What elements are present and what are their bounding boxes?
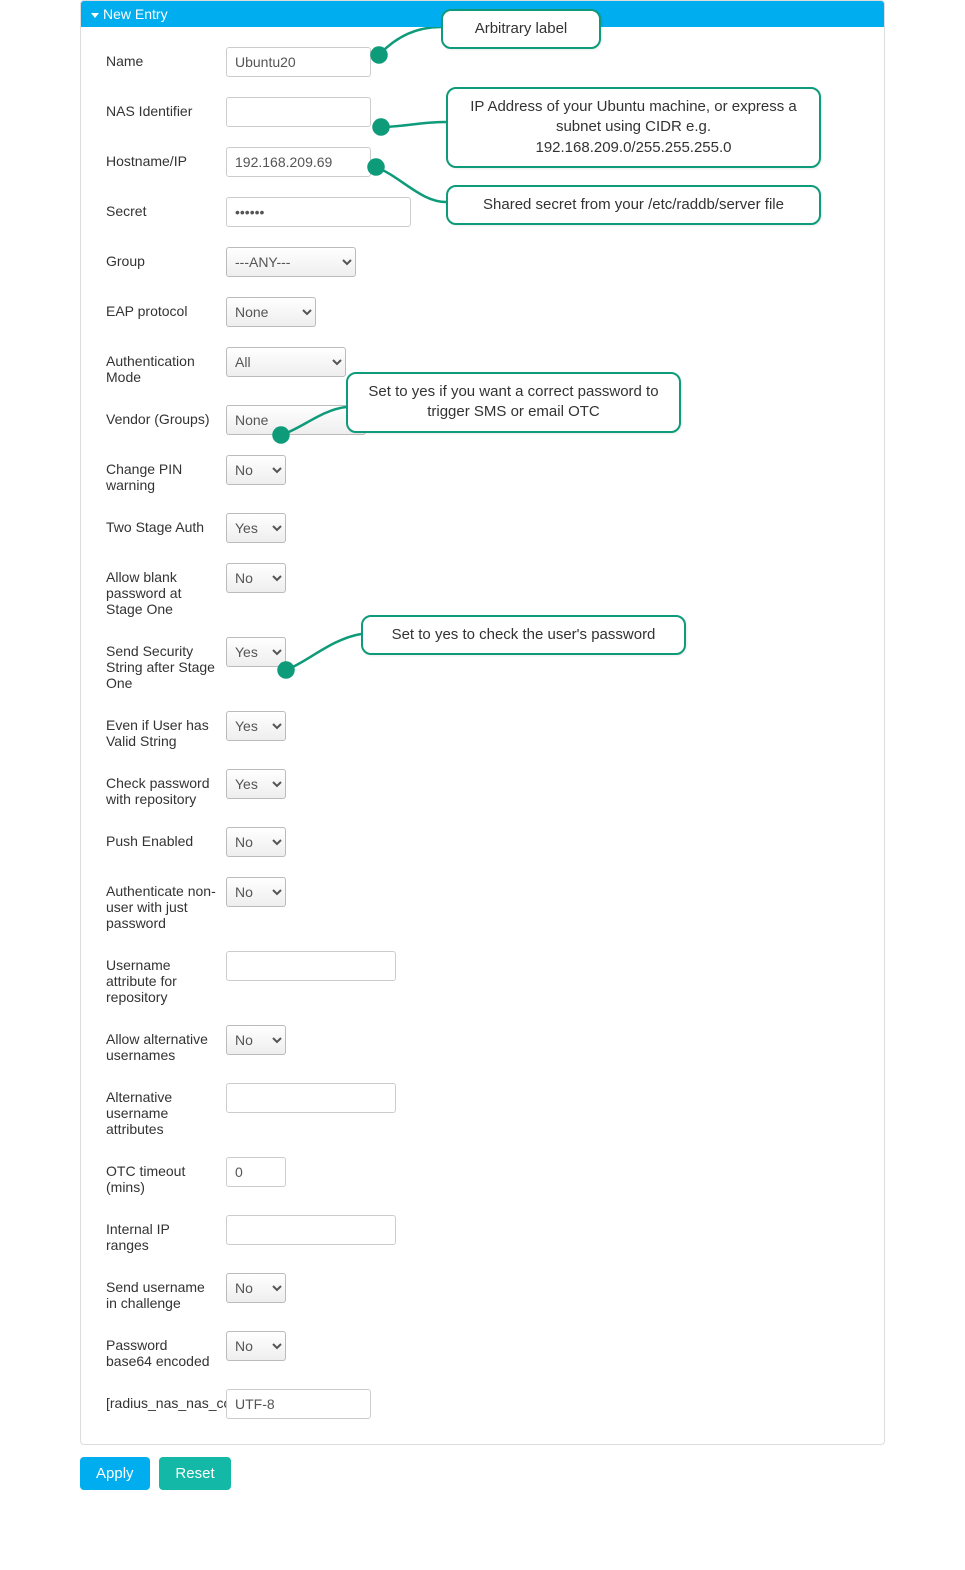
alt-user-attr-input[interactable]	[226, 1083, 396, 1113]
allow-alt-user-select[interactable]: No	[226, 1025, 286, 1055]
label-even-if-valid: Even if User has Valid String	[106, 711, 226, 749]
label-send-sec-string: Send Security String after Stage One	[106, 637, 226, 691]
callout-ip-address: IP Address of your Ubuntu machine, or ex…	[446, 87, 821, 168]
label-allow-blank: Allow blank password at Stage One	[106, 563, 226, 617]
label-auth-mode: Authentication Mode	[106, 347, 226, 385]
panel-title: New Entry	[103, 6, 168, 22]
send-sec-string-select[interactable]: Yes	[226, 637, 286, 667]
label-group: Group	[106, 247, 226, 269]
auth-mode-select[interactable]: All	[226, 347, 346, 377]
label-push-enabled: Push Enabled	[106, 827, 226, 849]
send-user-chal-select[interactable]: No	[226, 1273, 286, 1303]
callout-arbitrary-label: Arbitrary label	[441, 9, 601, 49]
label-check-pwd: Check password with repository	[106, 769, 226, 807]
reset-button[interactable]: Reset	[159, 1457, 230, 1490]
otc-timeout-input[interactable]	[226, 1157, 286, 1187]
label-alt-user-attr: Alternative username attributes	[106, 1083, 226, 1137]
caret-down-icon	[91, 13, 99, 18]
vendor-select[interactable]: None	[226, 405, 366, 435]
label-pwd-b64: Password base64 encoded	[106, 1331, 226, 1369]
callout-secret: Shared secret from your /etc/raddb/serve…	[446, 185, 821, 225]
push-enabled-select[interactable]: No	[226, 827, 286, 857]
label-name: Name	[106, 47, 226, 69]
check-pwd-select[interactable]: Yes	[226, 769, 286, 799]
label-vendor: Vendor (Groups)	[106, 405, 226, 427]
label-internal-ip: Internal IP ranges	[106, 1215, 226, 1253]
label-eap: EAP protocol	[106, 297, 226, 319]
apply-button[interactable]: Apply	[80, 1457, 150, 1490]
nas-identifier-input[interactable]	[226, 97, 371, 127]
label-auth-nonuser: Authenticate non-user with just password	[106, 877, 226, 931]
pwd-b64-select[interactable]: No	[226, 1331, 286, 1361]
callout-check-pwd: Set to yes to check the user's password	[361, 615, 686, 655]
label-two-stage: Two Stage Auth	[106, 513, 226, 535]
label-hostname: Hostname/IP	[106, 147, 226, 169]
two-stage-select[interactable]: Yes	[226, 513, 286, 543]
callout-two-stage: Set to yes if you want a correct passwor…	[346, 372, 681, 433]
even-if-valid-select[interactable]: Yes	[226, 711, 286, 741]
secret-input[interactable]	[226, 197, 411, 227]
panel-body: Arbitrary label IP Address of your Ubunt…	[81, 27, 884, 1444]
auth-nonuser-select[interactable]: No	[226, 877, 286, 907]
hostname-input[interactable]	[226, 147, 371, 177]
label-allow-alt-user: Allow alternative usernames	[106, 1025, 226, 1063]
label-username-attr: Username attribute for repository	[106, 951, 226, 1005]
button-bar: Apply Reset	[80, 1457, 885, 1490]
label-change-pin: Change PIN warning	[106, 455, 226, 493]
name-input[interactable]	[226, 47, 371, 77]
group-select[interactable]: ---ANY---	[226, 247, 356, 277]
allow-blank-select[interactable]: No	[226, 563, 286, 593]
label-nas-identifier: NAS Identifier	[106, 97, 226, 119]
label-send-user-chal: Send username in challenge	[106, 1273, 226, 1311]
label-otc-timeout: OTC timeout (mins)	[106, 1157, 226, 1195]
internal-ip-input[interactable]	[226, 1215, 396, 1245]
codepage-input[interactable]	[226, 1389, 371, 1419]
username-attr-input[interactable]	[226, 951, 396, 981]
new-entry-panel: New Entry Arbitrary label IP Address of …	[80, 0, 885, 1445]
eap-select[interactable]: None	[226, 297, 316, 327]
label-codepage: [radius_nas_nas_codepage]	[106, 1389, 226, 1411]
change-pin-select[interactable]: No	[226, 455, 286, 485]
label-secret: Secret	[106, 197, 226, 219]
